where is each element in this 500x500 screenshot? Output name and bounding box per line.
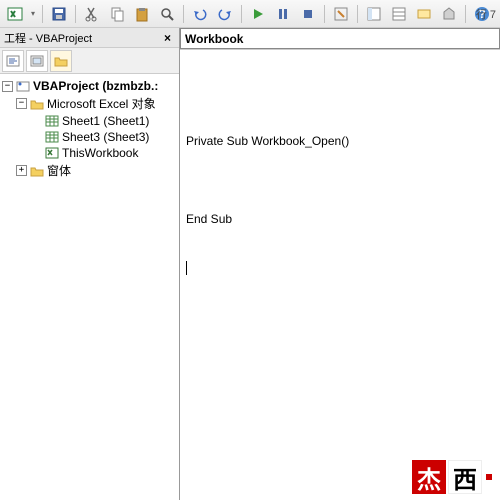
project-explorer-icon[interactable] (363, 3, 385, 25)
panel-titlebar: 工程 - VBAProject × (0, 28, 179, 48)
main-area: 工程 - VBAProject × − VBAProject (bzmbzb.:… (0, 28, 500, 500)
cut-icon[interactable] (81, 3, 103, 25)
separator (183, 5, 184, 23)
design-mode-icon[interactable] (330, 3, 352, 25)
folder-icon (29, 164, 45, 178)
view-code-icon[interactable] (2, 50, 24, 72)
tree-label: Sheet1 (Sheet1) (62, 114, 149, 128)
close-icon[interactable]: × (160, 31, 175, 45)
main-toolbar: ▾ ? (0, 0, 500, 28)
expand-icon[interactable]: + (16, 165, 27, 176)
tree-item-sheet1[interactable]: Sheet1 (Sheet1) (2, 113, 177, 129)
separator (357, 5, 358, 23)
code-header: Workbook (180, 28, 500, 50)
paste-icon[interactable] (131, 3, 153, 25)
tree-folder-forms[interactable]: + 窗体 (2, 161, 177, 180)
code-line: End Sub (186, 210, 494, 228)
run-icon[interactable] (247, 3, 269, 25)
watermark-char-1: 杰 (412, 460, 446, 494)
find-icon[interactable] (156, 3, 178, 25)
worksheet-icon (44, 114, 60, 128)
worksheet-icon (44, 130, 60, 144)
stop-icon[interactable] (297, 3, 319, 25)
code-line: Private Sub Workbook_Open() (186, 132, 494, 150)
tree-root-vbaproject[interactable]: − VBAProject (bzmbzb.: (2, 78, 177, 94)
toggle-folders-icon[interactable] (50, 50, 72, 72)
view-object-icon[interactable] (26, 50, 48, 72)
properties-icon[interactable] (388, 3, 410, 25)
workbook-icon (44, 146, 60, 160)
code-cursor-line (186, 258, 494, 276)
tree-label: 窗体 (47, 162, 71, 179)
status-line-indicator: 行 7 (476, 6, 496, 22)
undo-icon[interactable] (189, 3, 211, 25)
separator (42, 5, 43, 23)
collapse-icon[interactable]: − (16, 98, 27, 109)
tree-label: Sheet3 (Sheet3) (62, 130, 149, 144)
object-browser-icon[interactable] (413, 3, 435, 25)
code-panel: Workbook Private Sub Workbook_Open() End… (180, 28, 500, 500)
pause-icon[interactable] (272, 3, 294, 25)
watermark-dot-icon (484, 472, 494, 482)
code-editor[interactable]: Private Sub Workbook_Open() End Sub (180, 50, 500, 500)
excel-icon[interactable] (4, 3, 26, 25)
tree-label: VBAProject (bzmbzb.: (33, 79, 158, 93)
tree-item-sheet3[interactable]: Sheet3 (Sheet3) (2, 129, 177, 145)
separator (465, 5, 466, 23)
dropdown-arrow-icon[interactable]: ▾ (29, 9, 37, 18)
project-tree: − VBAProject (bzmbzb.: − Microsoft Excel… (0, 74, 179, 500)
tree-item-thisworkbook[interactable]: ThisWorkbook (2, 145, 177, 161)
project-explorer-panel: 工程 - VBAProject × − VBAProject (bzmbzb.:… (0, 28, 180, 500)
separator (324, 5, 325, 23)
project-panel-toolbar (0, 48, 179, 74)
watermark: 杰 西 (412, 460, 494, 494)
panel-title-text: 工程 - VBAProject (4, 30, 92, 46)
redo-icon[interactable] (214, 3, 236, 25)
separator (75, 5, 76, 23)
tree-folder-excel-objects[interactable]: − Microsoft Excel 对象 (2, 94, 177, 113)
separator (241, 5, 242, 23)
toolbox-icon[interactable] (438, 3, 460, 25)
copy-icon[interactable] (106, 3, 128, 25)
collapse-icon[interactable]: − (2, 81, 13, 92)
folder-open-icon (29, 97, 45, 111)
save-icon[interactable] (48, 3, 70, 25)
object-combo[interactable]: Workbook (180, 28, 500, 49)
combo-value: Workbook (185, 32, 243, 46)
vbaproject-icon (15, 79, 31, 93)
watermark-char-2: 西 (448, 460, 482, 494)
tree-label: Microsoft Excel 对象 (47, 95, 156, 112)
tree-label: ThisWorkbook (62, 146, 138, 160)
